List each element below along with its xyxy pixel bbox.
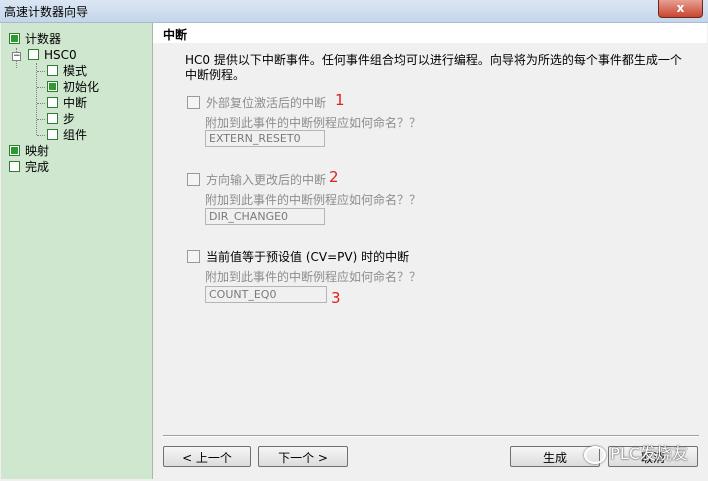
checkbox-icon [47, 129, 58, 140]
tree-item-step[interactable]: 步 [47, 111, 75, 127]
checkbox-icon [47, 65, 58, 76]
option-count-eq-checkbox[interactable]: 当前值等于预设值 (CV=PV) 时的中断 [187, 248, 409, 265]
tree-item-init[interactable]: 初始化 [47, 79, 99, 95]
checkbox-icon [187, 173, 200, 186]
wizard-content: 中断 HC0 提供以下中断事件。任何事件组合均可以进行编程。向导将为所选的每个事… [153, 23, 707, 479]
tree-line [36, 63, 37, 135]
tree-line [37, 119, 45, 120]
checkbox-checked-icon [47, 81, 58, 92]
count-eq-routine-field[interactable] [205, 286, 327, 303]
option-dir-change-checkbox[interactable]: 方向输入更改后的中断 [187, 171, 326, 188]
extern-reset-routine-field[interactable] [205, 130, 325, 147]
close-button[interactable]: x [658, 0, 703, 18]
option-extern-reset-checkbox[interactable]: 外部复位激活后的中断 [187, 94, 326, 111]
tree-item-component[interactable]: 组件 [47, 127, 87, 143]
tree-line [37, 71, 45, 72]
tree-item-counter[interactable]: 计数器 [9, 31, 61, 47]
title-bar: 高速计数器向导 x [0, 0, 708, 23]
checkbox-icon [47, 113, 58, 124]
tree-line [37, 103, 45, 104]
checkbox-icon [28, 49, 39, 60]
tree-line [37, 135, 45, 136]
watermark: PLC发烧友 [584, 440, 688, 464]
checkbox-checked-icon [9, 145, 20, 156]
tree-item-finish[interactable]: 完成 [9, 159, 49, 175]
dir-change-routine-field[interactable] [205, 208, 325, 225]
divider [163, 435, 699, 437]
wechat-icon [584, 445, 607, 464]
checkbox-icon [187, 250, 200, 263]
tree-item-mode[interactable]: 模式 [47, 63, 87, 79]
tree-collapse-icon[interactable]: − [12, 52, 21, 61]
routine-name-prompt: 附加到此事件的中断例程应如何命名？？ [205, 270, 422, 284]
prev-button[interactable]: < 上一个 [163, 446, 251, 467]
window-title: 高速计数器向导 [4, 5, 89, 19]
description-text: HC0 提供以下中断事件。任何事件组合均可以进行编程。向导将为所选的每个事件都生… [185, 53, 682, 82]
routine-name-prompt: 附加到此事件的中断例程应如何命名？？ [205, 116, 422, 130]
checkbox-checked-icon [9, 33, 20, 44]
annotation-number: 3 [331, 289, 341, 307]
heading-band: 中断 [153, 23, 707, 43]
routine-name-prompt: 附加到此事件的中断例程应如何命名？？ [205, 193, 422, 207]
checkbox-icon [9, 161, 20, 172]
annotation-number: 2 [329, 168, 339, 186]
checkbox-icon [187, 96, 200, 109]
tree-item-interrupt[interactable]: 中断 [47, 95, 87, 111]
annotation-number: 1 [335, 91, 345, 109]
tree-line [37, 87, 45, 88]
tree-item-hsc0[interactable]: HSC0 [28, 47, 77, 63]
checkbox-icon [47, 97, 58, 108]
page-title: 中断 [163, 28, 188, 42]
tree-item-mapping[interactable]: 映射 [9, 143, 49, 159]
next-button[interactable]: 下一个 > [258, 446, 348, 467]
wizard-step-tree: − 计数器 HSC0 模式 初始化 中断 步 组件 映射 完成 [1, 23, 153, 479]
